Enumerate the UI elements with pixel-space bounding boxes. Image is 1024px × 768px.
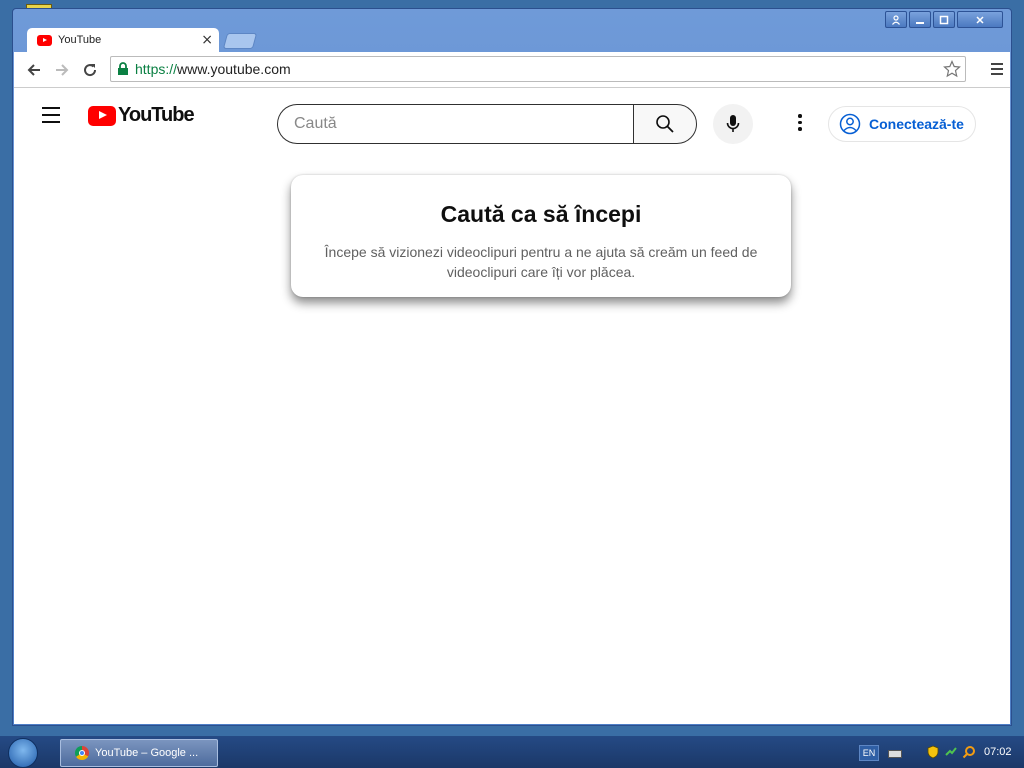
taskbar: YouTube – Google ... EN 07:02 bbox=[0, 736, 1024, 768]
prompt-title: Caută ca să începi bbox=[440, 201, 642, 227]
start-button[interactable] bbox=[8, 738, 38, 768]
lock-icon bbox=[118, 62, 128, 75]
url-host: www.youtube.com bbox=[177, 61, 291, 77]
search-button[interactable] bbox=[633, 104, 697, 144]
arrow-left-icon bbox=[27, 64, 40, 76]
url-text: https://www.youtube.com bbox=[135, 61, 291, 77]
keyboard-icon[interactable] bbox=[888, 750, 902, 758]
url-scheme: https:// bbox=[135, 61, 178, 77]
taskbar-item-chrome[interactable]: YouTube – Google ... bbox=[60, 739, 218, 767]
language-indicator[interactable]: EN bbox=[859, 745, 879, 761]
user-icon bbox=[892, 14, 900, 25]
shield-icon[interactable] bbox=[926, 745, 940, 759]
search-box bbox=[277, 104, 697, 144]
account-circle-icon bbox=[839, 113, 861, 135]
magnifier-icon[interactable] bbox=[962, 745, 976, 759]
arrow-right-icon bbox=[56, 64, 69, 76]
youtube-wordmark: YouTube bbox=[118, 104, 195, 126]
youtube-play-icon bbox=[88, 105, 116, 126]
tab-close-icon[interactable]: × bbox=[201, 33, 213, 47]
guide-menu-icon[interactable] bbox=[42, 107, 60, 128]
maximize-icon bbox=[939, 15, 949, 24]
prompt-body: Începe să vizionezi videoclipuri pentru … bbox=[324, 244, 758, 280]
profile-button[interactable] bbox=[885, 11, 907, 28]
tab-youtube[interactable]: YouTube × bbox=[27, 28, 219, 52]
reload-icon bbox=[84, 64, 97, 77]
microphone-icon bbox=[726, 115, 740, 132]
network-icon[interactable] bbox=[944, 745, 958, 759]
new-tab-button[interactable] bbox=[222, 33, 258, 49]
search-icon bbox=[656, 115, 674, 133]
chrome-icon bbox=[75, 746, 89, 760]
settings-more-icon[interactable] bbox=[790, 112, 810, 136]
close-window-button[interactable] bbox=[957, 11, 1003, 28]
close-icon bbox=[976, 15, 984, 24]
minimize-icon bbox=[916, 21, 924, 24]
back-button[interactable] bbox=[24, 60, 44, 80]
bookmark-star-icon[interactable] bbox=[943, 60, 961, 78]
web-page: YouTube Conectează-te Caută ca să începi… bbox=[14, 88, 1010, 724]
youtube-favicon-icon bbox=[37, 34, 52, 46]
voice-search-button[interactable] bbox=[713, 104, 753, 144]
address-bar[interactable]: https://www.youtube.com bbox=[110, 56, 966, 82]
search-input[interactable] bbox=[277, 104, 633, 144]
taskbar-item-label: YouTube – Google ... bbox=[95, 747, 199, 759]
window-controls bbox=[885, 11, 1003, 28]
minimize-button[interactable] bbox=[909, 11, 931, 28]
maximize-button[interactable] bbox=[933, 11, 955, 28]
tab-title: YouTube bbox=[58, 34, 102, 46]
forward-button[interactable] bbox=[52, 60, 72, 80]
reload-button[interactable] bbox=[80, 60, 100, 80]
browser-menu-icon[interactable] bbox=[990, 62, 1004, 76]
browser-toolbar: https://www.youtube.com bbox=[14, 52, 1010, 88]
browser-window: YouTube × https://www.youtube.com YouTub… bbox=[12, 8, 1012, 726]
search-prompt-card: Caută ca să începi Începe să vizionezi v… bbox=[291, 175, 791, 297]
sign-in-label: Conectează-te bbox=[869, 116, 964, 132]
sign-in-button[interactable]: Conectează-te bbox=[828, 106, 976, 142]
youtube-logo[interactable]: YouTube bbox=[88, 104, 195, 127]
clock[interactable]: 07:02 bbox=[984, 746, 1012, 758]
youtube-header: YouTube Conectează-te bbox=[14, 88, 1010, 144]
